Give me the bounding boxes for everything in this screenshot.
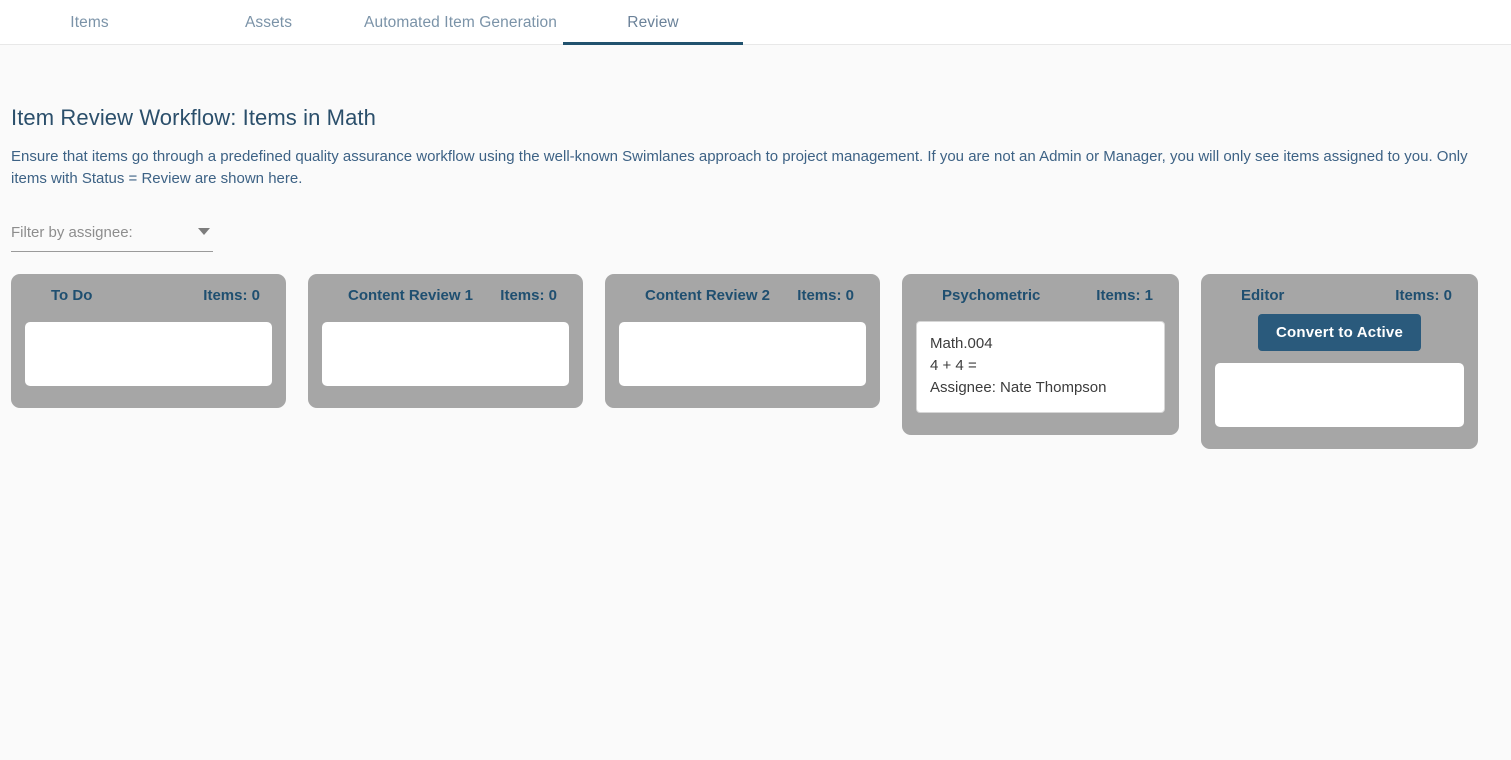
tab-assets[interactable]: Assets: [179, 0, 358, 45]
swimlane-header: Editor Items: 0: [1215, 284, 1464, 310]
swimlane-psychometric: Psychometric Items: 1 Math.004 4 + 4 = A…: [902, 274, 1179, 435]
main-tab-bar: Items Assets Automated Item Generation R…: [0, 0, 1511, 45]
swimlane-dropzone[interactable]: Math.004 4 + 4 = Assignee: Nate Thompson: [916, 321, 1165, 413]
tab-items[interactable]: Items: [0, 0, 179, 45]
tab-review[interactable]: Review: [563, 0, 743, 45]
swimlane-item-count: Items: 1: [1096, 287, 1153, 304]
tab-label: Review: [627, 13, 679, 31]
swimlane-board: To Do Items: 0 Content Review 1 Items: 0…: [11, 274, 1500, 449]
tab-automated-item-generation[interactable]: Automated Item Generation: [358, 0, 563, 45]
swimlane-dropzone[interactable]: [25, 322, 272, 386]
item-stem: 4 + 4 =: [930, 357, 977, 374]
swimlane-title: Editor: [1241, 287, 1285, 304]
tab-label: Automated Item Generation: [364, 13, 557, 31]
swimlane-title: To Do: [51, 287, 93, 304]
swimlane-item-count: Items: 0: [797, 287, 854, 304]
assignee-filter-select[interactable]: Filter by assignee:: [11, 220, 213, 252]
swimlane-dropzone[interactable]: [1215, 363, 1464, 427]
swimlane-header: Content Review 1 Items: 0: [322, 284, 569, 310]
swimlane-header: Psychometric Items: 1: [916, 284, 1165, 310]
page-description: Ensure that items go through a predefine…: [11, 148, 1468, 187]
swimlane-content-review-2: Content Review 2 Items: 0: [605, 274, 880, 408]
swimlane-item-count: Items: 0: [1395, 287, 1452, 304]
convert-to-active-button[interactable]: Convert to Active: [1257, 314, 1422, 351]
swimlane-title: Psychometric: [942, 287, 1041, 304]
tab-label: Assets: [244, 13, 293, 31]
swimlane-editor: Editor Items: 0 Convert to Active: [1201, 274, 1478, 449]
swimlane-item-count: Items: 0: [203, 287, 260, 304]
swimlane-dropzone[interactable]: [619, 322, 866, 386]
swimlane-to-do: To Do Items: 0: [11, 274, 286, 408]
tab-label: Items: [70, 13, 109, 31]
item-card[interactable]: Math.004 4 + 4 = Assignee: Nate Thompson: [916, 321, 1165, 413]
swimlane-title: Content Review 1: [348, 287, 474, 304]
swimlane-dropzone[interactable]: [322, 322, 569, 386]
page-content: Item Review Workflow: Items in Math Ensu…: [0, 45, 1511, 449]
page-title: Item Review Workflow: Items in Math: [11, 105, 376, 130]
swimlane-content-review-1: Content Review 1 Items: 0: [308, 274, 583, 408]
swimlane-header: To Do Items: 0: [25, 284, 272, 310]
swimlane-item-count: Items: 0: [500, 287, 557, 304]
item-assignee: Assignee: Nate Thompson: [930, 379, 1107, 396]
item-code: Math.004: [930, 335, 993, 352]
filter-by-assignee: Filter by assignee:: [11, 220, 213, 252]
swimlane-title: Content Review 2: [645, 287, 771, 304]
swimlane-header: Content Review 2 Items: 0: [619, 284, 866, 310]
